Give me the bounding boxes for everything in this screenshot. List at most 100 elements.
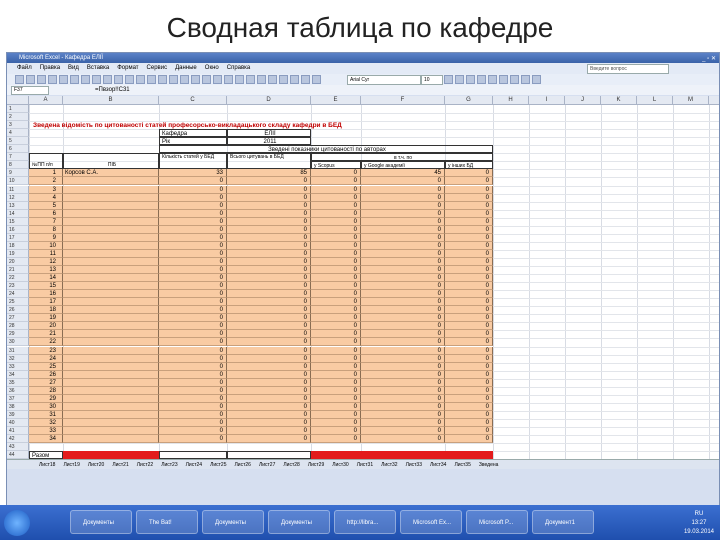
total-cell[interactable]: 0	[227, 435, 311, 444]
row-number-cell[interactable]: 3	[29, 185, 63, 194]
row-header[interactable]: 21	[7, 266, 29, 275]
count-cell[interactable]: 0	[159, 338, 227, 347]
name-cell[interactable]	[63, 185, 159, 194]
google-cell[interactable]: 0	[361, 362, 445, 371]
total-count-cell[interactable]	[159, 451, 227, 459]
google-cell[interactable]: 0	[361, 370, 445, 379]
scopus-cell[interactable]: 0	[311, 225, 361, 234]
name-cell[interactable]	[63, 330, 159, 339]
scopus-cell[interactable]: 0	[311, 209, 361, 218]
sheet-tab[interactable]: Лист18	[37, 460, 57, 469]
other-cell[interactable]: 0	[445, 274, 493, 283]
row-number-cell[interactable]: 17	[29, 298, 63, 307]
other-cell[interactable]: 0	[445, 394, 493, 403]
toolbar-button-icon[interactable]	[444, 75, 453, 84]
row-header[interactable]: 13	[7, 201, 29, 210]
row-number-cell[interactable]: 15	[29, 282, 63, 291]
row-number-cell[interactable]: 30	[29, 402, 63, 411]
name-cell[interactable]	[63, 217, 159, 226]
row-header[interactable]: 36	[7, 386, 29, 395]
google-cell[interactable]: 0	[361, 217, 445, 226]
row-number-cell[interactable]: 4	[29, 193, 63, 202]
count-cell[interactable]: 0	[159, 266, 227, 275]
google-cell[interactable]: 45	[361, 169, 445, 178]
other-cell[interactable]: 0	[445, 282, 493, 291]
count-cell[interactable]: 0	[159, 217, 227, 226]
other-cell[interactable]: 0	[445, 233, 493, 242]
row-header[interactable]: 35	[7, 378, 29, 387]
google-cell[interactable]: 0	[361, 354, 445, 363]
name-cell[interactable]	[63, 427, 159, 436]
row-header[interactable]: 32	[7, 354, 29, 363]
scopus-cell[interactable]: 0	[311, 177, 361, 186]
count-cell[interactable]: 0	[159, 370, 227, 379]
count-cell[interactable]: 0	[159, 185, 227, 194]
menu-item[interactable]: Формат	[117, 63, 138, 74]
other-cell[interactable]: 0	[445, 257, 493, 266]
taskbar-item[interactable]: The Bat!	[136, 510, 198, 534]
sheet-tab[interactable]: Лист35	[452, 460, 472, 469]
header-num[interactable]: №ПП п/п	[29, 153, 63, 170]
row-number-cell[interactable]: 24	[29, 354, 63, 363]
row-header[interactable]: 29	[7, 330, 29, 339]
google-cell[interactable]: 0	[361, 209, 445, 218]
toolbar-button-icon[interactable]	[169, 75, 178, 84]
row-number-cell[interactable]: 13	[29, 266, 63, 275]
toolbar-button-icon[interactable]	[499, 75, 508, 84]
other-cell[interactable]: 0	[445, 209, 493, 218]
google-cell[interactable]: 0	[361, 306, 445, 315]
row-header[interactable]: 26	[7, 306, 29, 315]
total-cell[interactable]: 0	[227, 298, 311, 307]
scopus-cell[interactable]: 0	[311, 249, 361, 258]
sheet-tab[interactable]: Лист26	[233, 460, 253, 469]
other-cell[interactable]: 0	[445, 330, 493, 339]
row-header[interactable]: 42	[7, 435, 29, 444]
row-header[interactable]: 34	[7, 370, 29, 379]
other-cell[interactable]: 0	[445, 201, 493, 210]
scopus-cell[interactable]: 0	[311, 394, 361, 403]
scopus-cell[interactable]: 0	[311, 386, 361, 395]
name-cell[interactable]	[63, 177, 159, 186]
toolbar-button-icon[interactable]	[59, 75, 68, 84]
other-cell[interactable]: 0	[445, 362, 493, 371]
scopus-cell[interactable]: 0	[311, 354, 361, 363]
row-header[interactable]: 8	[7, 161, 29, 170]
column-header[interactable]: N	[709, 96, 719, 105]
total-cell[interactable]: 0	[227, 402, 311, 411]
taskbar-item[interactable]: Microsoft P...	[466, 510, 528, 534]
google-cell[interactable]: 0	[361, 314, 445, 323]
count-cell[interactable]: 0	[159, 209, 227, 218]
other-cell[interactable]: 0	[445, 249, 493, 258]
row-header[interactable]: 44	[7, 451, 29, 459]
name-cell[interactable]	[63, 410, 159, 419]
count-cell[interactable]: 0	[159, 290, 227, 299]
row-header[interactable]: 28	[7, 322, 29, 331]
sheet-tab[interactable]: Лист27	[257, 460, 277, 469]
name-cell[interactable]	[63, 338, 159, 347]
other-cell[interactable]: 0	[445, 177, 493, 186]
name-cell[interactable]	[63, 241, 159, 250]
row-number-cell[interactable]: 33	[29, 427, 63, 436]
google-cell[interactable]: 0	[361, 298, 445, 307]
name-cell[interactable]: Корсов С.А.	[63, 169, 159, 178]
google-cell[interactable]: 0	[361, 177, 445, 186]
total-cell[interactable]: 0	[227, 201, 311, 210]
scopus-cell[interactable]: 0	[311, 322, 361, 331]
sheet-tab[interactable]: Лист24	[184, 460, 204, 469]
toolbar-button-icon[interactable]	[147, 75, 156, 84]
row-number-cell[interactable]: 29	[29, 394, 63, 403]
scopus-cell[interactable]: 0	[311, 314, 361, 323]
scopus-cell[interactable]: 0	[311, 427, 361, 436]
column-header[interactable]: M	[673, 96, 709, 105]
name-cell[interactable]	[63, 402, 159, 411]
google-cell[interactable]: 0	[361, 241, 445, 250]
row-number-cell[interactable]: 23	[29, 346, 63, 355]
taskbar-item[interactable]: Документы	[70, 510, 132, 534]
name-cell[interactable]	[63, 370, 159, 379]
count-cell[interactable]: 0	[159, 274, 227, 283]
header-pib[interactable]: ПІБ	[63, 153, 159, 170]
toolbar-button-icon[interactable]	[279, 75, 288, 84]
row-number-cell[interactable]: 16	[29, 290, 63, 299]
column-header[interactable]: I	[529, 96, 565, 105]
name-cell[interactable]	[63, 322, 159, 331]
